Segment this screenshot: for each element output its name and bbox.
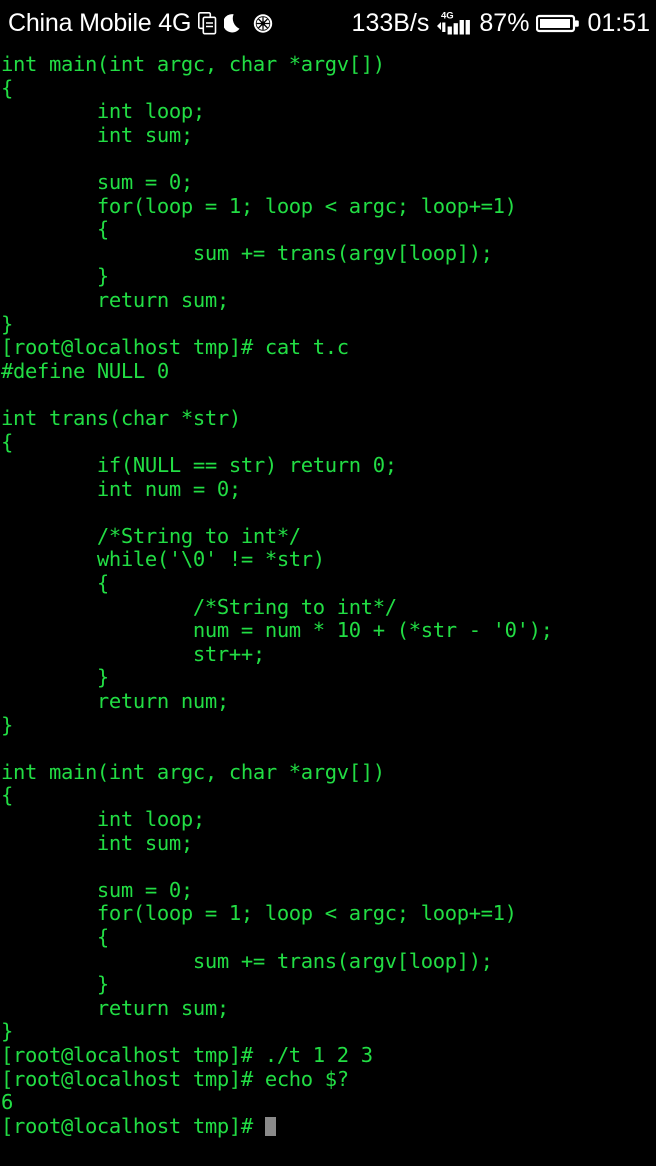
terminal-line: sum = 0; (1, 877, 193, 902)
terminal-line: [root@localhost tmp]# ./t 1 2 3 (1, 1042, 373, 1067)
terminal-line: while('\0' != *str) (1, 547, 325, 572)
terminal-cursor (264, 1116, 276, 1136)
terminal-line: { (1, 571, 109, 596)
terminal-output: int main(int argc, char *argv[]){ int lo… (1, 52, 656, 1139)
terminal-line: sum = 0; (1, 169, 193, 194)
terminal-line: /*String to int*/ (1, 594, 397, 619)
terminal-line: int sum; (1, 122, 193, 147)
terminal-line: int loop; (1, 807, 205, 831)
terminal-line: int main(int argc, char *argv[]) (1, 52, 385, 76)
terminal-line: } (1, 311, 13, 336)
documents-icon (198, 12, 217, 35)
terminal-line: { (1, 75, 13, 100)
terminal-line: { (1, 217, 109, 242)
terminal-line: str++; (1, 641, 265, 666)
terminal-prompt: [root@localhost tmp]# (1, 1113, 265, 1138)
battery-icon (536, 12, 580, 35)
terminal-line: return sum; (1, 995, 229, 1020)
terminal-line: { (1, 924, 109, 949)
status-bar-left: China Mobile 4G (0, 9, 274, 38)
clock-label: 01:51 (587, 9, 650, 37)
signal-bars-icon: 4G (436, 9, 472, 39)
battery-percent-label: 87% (479, 9, 530, 37)
terminal-line: int main(int argc, char *argv[]) (1, 759, 385, 784)
terminal-line: return sum; (1, 287, 229, 312)
carrier-label: China Mobile 4G (8, 9, 192, 37)
terminal-line: int trans(char *str) (1, 405, 241, 430)
spoked-wheel-icon (252, 12, 274, 35)
terminal-line: if(NULL == str) return 0; (1, 453, 397, 478)
terminal-line: } (1, 264, 109, 289)
terminal-line: int loop; (1, 99, 205, 124)
terminal-line: } (1, 712, 13, 737)
terminal-line: int sum; (1, 830, 193, 855)
svg-text:4G: 4G (441, 10, 454, 21)
terminal-line: for(loop = 1; loop < argc; loop+=1) (1, 901, 517, 926)
terminal-line: /*String to int*/ (1, 523, 301, 548)
terminal-line: int num = 0; (1, 476, 241, 501)
terminal-prompt-line: [root@localhost tmp]# (1, 1113, 656, 1139)
status-bar: China Mobile 4G 133B/s 4G 87% 01:51 (0, 0, 656, 47)
network-rate-label: 133B/s (351, 9, 430, 37)
terminal-line: sum += trans(argv[loop]); (1, 948, 493, 973)
terminal-line: { (1, 429, 13, 454)
terminal-line: { (1, 783, 13, 808)
status-bar-right: 133B/s 4G 87% 01:51 (352, 0, 650, 47)
terminal-line: num = num * 10 + (*str - '0'); (1, 618, 553, 643)
terminal-line: 6 (1, 1090, 13, 1115)
terminal-line: [root@localhost tmp]# echo $? (1, 1066, 349, 1091)
terminal-line: #define NULL 0 (1, 358, 169, 383)
terminal-window[interactable]: int main(int argc, char *argv[]){ int lo… (0, 47, 656, 1166)
terminal-line: [root@localhost tmp]# cat t.c (1, 335, 349, 360)
terminal-line: } (1, 665, 109, 690)
terminal-line: sum += trans(argv[loop]); (1, 240, 493, 265)
terminal-line: for(loop = 1; loop < argc; loop+=1) (1, 193, 517, 218)
terminal-line: return num; (1, 689, 229, 714)
do-not-disturb-moon-icon (223, 12, 245, 35)
terminal-line: } (1, 1019, 13, 1044)
terminal-line: } (1, 972, 109, 997)
